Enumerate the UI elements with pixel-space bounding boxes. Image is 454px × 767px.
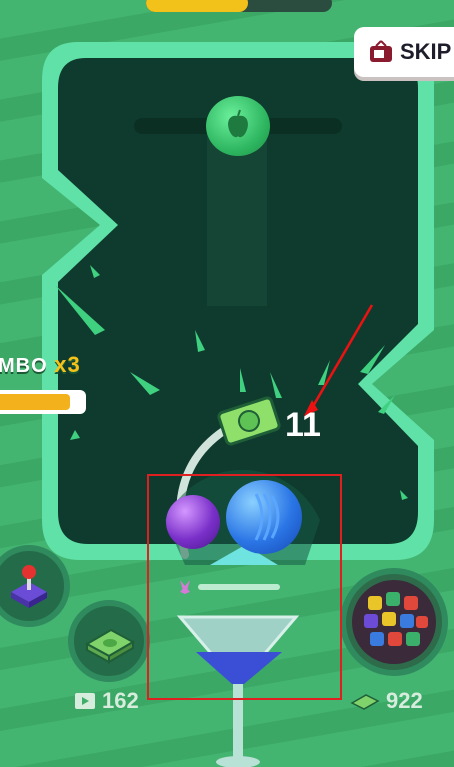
cash-stack-icon xyxy=(84,628,136,664)
cash-count: 922 xyxy=(350,688,423,714)
skin-ball-icon xyxy=(352,580,436,664)
cash-icon xyxy=(350,694,380,710)
skip-label: SKIP xyxy=(400,39,452,64)
highlight-box xyxy=(147,474,342,700)
video-icon xyxy=(75,693,95,709)
combo-text: MBO xyxy=(0,355,48,377)
combo-multiplier: x3 xyxy=(54,352,81,377)
cash-bonus-button[interactable] xyxy=(68,600,150,682)
joystick-icon xyxy=(11,565,47,608)
cash-count-value: 922 xyxy=(386,688,423,713)
tv-icon xyxy=(370,40,392,62)
combo-bar xyxy=(0,390,86,414)
ball-apple xyxy=(206,96,270,156)
apple-icon xyxy=(228,109,248,138)
martini-glass-base xyxy=(216,756,260,767)
video-count: 162 xyxy=(74,688,139,714)
combo-bar-fill xyxy=(0,394,70,410)
video-count-value: 162 xyxy=(102,688,139,713)
skin-ball-button[interactable] xyxy=(340,568,448,676)
skip-button[interactable]: SKIP xyxy=(354,27,454,77)
combo-label: MBO x3 xyxy=(0,352,81,378)
score-popup: 11 xyxy=(285,406,321,444)
